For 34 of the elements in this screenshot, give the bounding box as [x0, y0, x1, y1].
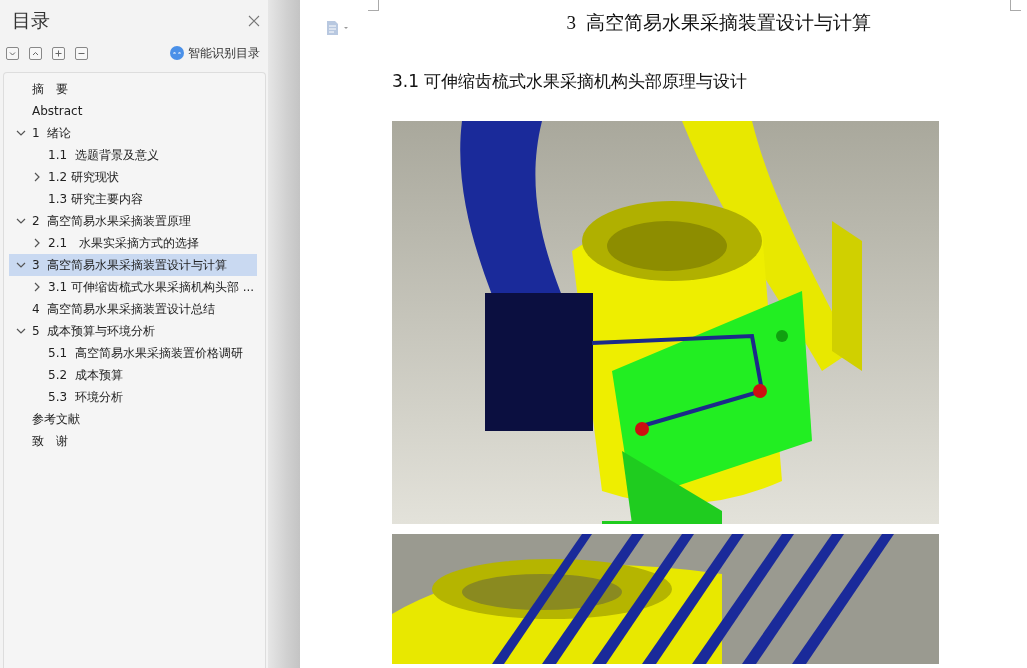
toc-item[interactable]: 2.1 水果实采摘方式的选择	[9, 232, 257, 254]
minus-icon[interactable]	[75, 46, 88, 60]
toc-item[interactable]: 致 谢	[9, 430, 257, 452]
chevron-right-icon[interactable]	[32, 282, 42, 292]
collapse-all-icon[interactable]	[29, 46, 42, 60]
toc-item[interactable]: 2 高空简易水果采摘装置原理	[9, 210, 257, 232]
chevron-down-icon[interactable]	[16, 326, 26, 336]
toc-item[interactable]: 4 高空简易水果采摘装置设计总结	[9, 298, 257, 320]
toc-item[interactable]: 5 成本预算与环境分析	[9, 320, 257, 342]
toc-item[interactable]: 摘 要	[9, 78, 257, 100]
close-icon[interactable]	[248, 15, 260, 27]
panel-title: 目录	[12, 8, 50, 33]
chevron-down-icon[interactable]	[16, 128, 26, 138]
chevron-right-icon[interactable]	[32, 172, 42, 182]
plus-icon[interactable]	[52, 46, 65, 60]
chevron-right-icon[interactable]	[32, 238, 42, 248]
smart-toc-button[interactable]: 智能识别目录	[168, 44, 262, 62]
chapter-title: 3 高空简易水果采摘装置设计与计算	[565, 11, 872, 35]
section-heading: 3.1 可伸缩齿梳式水果采摘机构头部原理与设计	[392, 70, 749, 93]
toc-item[interactable]: 3.1 可伸缩齿梳式水果采摘机构头部 ...	[9, 276, 257, 298]
toc-item[interactable]: 5.3 环境分析	[9, 386, 257, 408]
chevron-down-icon[interactable]	[16, 260, 26, 270]
chevron-down-icon[interactable]	[16, 216, 26, 226]
toc-item[interactable]: 3 高空简易水果采摘装置设计与计算	[9, 254, 257, 276]
toc-item[interactable]: 5.1 高空简易水果采摘装置价格调研	[9, 342, 257, 364]
toc-item[interactable]: 1.1 选题背景及意义	[9, 144, 257, 166]
robot-icon	[170, 46, 184, 60]
toc-item[interactable]: 1.2 研究现状	[9, 166, 257, 188]
toc-item[interactable]: 参考文献	[9, 408, 257, 430]
expand-all-icon[interactable]	[6, 46, 19, 60]
toc-item[interactable]: 1 绪论	[9, 122, 257, 144]
toc-item[interactable]: 5.2 成本预算	[9, 364, 257, 386]
toc-item[interactable]: 1.3 研究主要内容	[9, 188, 257, 210]
toc-item[interactable]: Abstract	[9, 100, 257, 122]
